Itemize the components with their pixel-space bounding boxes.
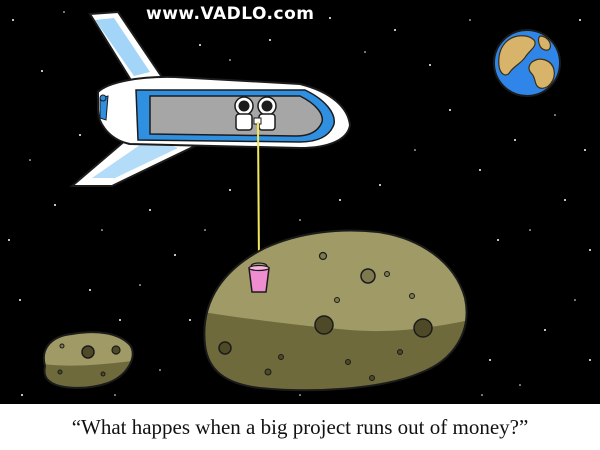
- cartoon-scene: www.VADLO.com: [0, 0, 600, 404]
- rope: [257, 121, 260, 267]
- cartoon-illustration: [0, 0, 600, 404]
- pink-bucket: [248, 262, 270, 293]
- cartoon-caption: “What happes when a big project runs out…: [71, 414, 529, 439]
- caption-area: “What happes when a big project runs out…: [0, 404, 600, 450]
- earth: [493, 29, 561, 97]
- site-label: www.VADLO.com: [146, 4, 315, 24]
